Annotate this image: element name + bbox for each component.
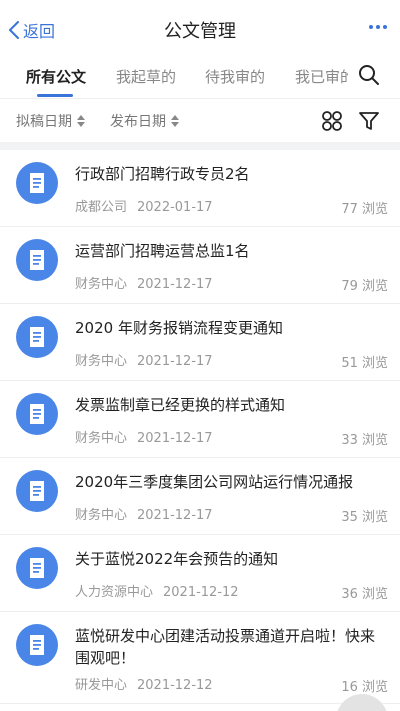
filter-funnel-icon[interactable] [358, 110, 380, 132]
document-views: 77 浏览 [341, 202, 388, 217]
filter-bar: 拟稿日期 发布日期 [0, 98, 400, 142]
document-title: 行政部门招聘行政专员2名 [75, 165, 250, 183]
sort-draft-date[interactable]: 拟稿日期 [16, 111, 85, 131]
document-item[interactable]: 2020年三季度集团公司网站运行情况通报 财务中心 2021-12-17 35 浏… [0, 458, 400, 535]
document-views: 51 浏览 [341, 356, 388, 371]
document-department: 研发中心 [75, 678, 128, 693]
document-title: 2020 年财务报销流程变更通知 [75, 319, 283, 337]
document-views: 35 浏览 [341, 510, 388, 525]
sort-publish-date[interactable]: 发布日期 [110, 111, 179, 131]
document-item[interactable]: 运营部门招聘运营总监1名 财务中心 2021-12-17 79 浏览 [0, 227, 400, 304]
active-tab-indicator [37, 94, 73, 97]
tab-drafted-by-me[interactable]: 我起草的 [116, 66, 176, 87]
document-item[interactable]: 发票监制章已经更换的样式通知 财务中心 2021-12-17 33 浏览 [0, 381, 400, 458]
document-meta: 人力资源中心 2021-12-12 [75, 581, 239, 600]
document-date: 2021-12-17 [137, 277, 213, 292]
tab-pending-my-review[interactable]: 待我审的 [205, 66, 265, 87]
document-views: 33 浏览 [341, 433, 388, 448]
document-item[interactable]: 关于蓝悦2022年会预告的通知 人力资源中心 2021-12-12 36 浏览 [0, 535, 400, 612]
document-title: 关于蓝悦2022年会预告的通知 [75, 550, 279, 568]
document-views: 16 浏览 [341, 680, 388, 695]
document-icon [16, 239, 58, 281]
sort-arrows-icon [171, 115, 179, 127]
document-department: 成都公司 [75, 200, 128, 215]
search-icon[interactable] [358, 64, 380, 86]
tab-scroll-area: 所有公文 我起草的 待我审的 我已审的 [0, 58, 348, 98]
document-date: 2021-12-17 [137, 431, 213, 446]
document-item[interactable]: 行政部门招聘行政专员2名 成都公司 2022-01-17 77 浏览 [0, 150, 400, 227]
tab-bar: 所有公文 我起草的 待我审的 我已审的 [0, 58, 400, 98]
document-department: 财务中心 [75, 431, 128, 446]
section-divider [0, 142, 400, 150]
document-item[interactable]: 2020 年财务报销流程变更通知 财务中心 2021-12-17 51 浏览 [0, 304, 400, 381]
document-department: 财务中心 [75, 277, 128, 292]
document-date: 2021-12-17 [137, 354, 213, 369]
document-date: 2021-12-17 [137, 508, 213, 523]
draft-date-label: 拟稿日期 [16, 114, 72, 130]
publish-date-label: 发布日期 [110, 114, 166, 130]
document-title: 发票监制章已经更换的样式通知 [75, 396, 286, 414]
document-department: 财务中心 [75, 354, 128, 369]
document-views: 36 浏览 [341, 587, 388, 602]
nav-bar: 返回 公文管理 [0, 0, 400, 58]
document-department: 财务中心 [75, 508, 128, 523]
document-date: 2021-12-12 [163, 585, 239, 600]
document-list: 行政部门招聘行政专员2名 成都公司 2022-01-17 77 浏览 运营部门招聘… [0, 150, 400, 704]
document-icon [16, 162, 58, 204]
sort-arrows-icon [77, 115, 85, 127]
grid-view-icon[interactable] [321, 110, 343, 132]
document-department: 人力资源中心 [75, 585, 154, 600]
document-title: 2020年三季度集团公司网站运行情况通报 [75, 473, 354, 491]
document-meta: 成都公司 2022-01-17 [75, 196, 213, 215]
document-meta: 财务中心 2021-12-17 [75, 273, 213, 292]
document-meta: 财务中心 2021-12-17 [75, 427, 213, 446]
document-icon [16, 547, 58, 589]
more-dots-icon[interactable] [368, 22, 388, 32]
document-icon [16, 393, 58, 435]
document-meta: 研发中心 2021-12-12 [75, 674, 213, 693]
page-title: 公文管理 [164, 21, 236, 42]
document-icon [16, 624, 58, 666]
document-icon [16, 316, 58, 358]
document-meta: 财务中心 2021-12-17 [75, 504, 213, 523]
tab-all-documents[interactable]: 所有公文 [26, 66, 86, 87]
document-title: 蓝悦研发中心团建活动投票通道开启啦！快来围观吧！ [75, 627, 376, 667]
tab-reviewed-by-me[interactable]: 我已审的 [295, 66, 348, 87]
document-date: 2022-01-17 [137, 200, 213, 215]
document-views: 79 浏览 [341, 279, 388, 294]
document-date: 2021-12-12 [137, 678, 213, 693]
document-icon [16, 470, 58, 512]
document-item[interactable]: 蓝悦研发中心团建活动投票通道开启啦！快来围观吧！ 研发中心 2021-12-12 … [0, 612, 400, 704]
document-meta: 财务中心 2021-12-17 [75, 350, 213, 369]
document-title: 运营部门招聘运营总监1名 [75, 242, 250, 260]
